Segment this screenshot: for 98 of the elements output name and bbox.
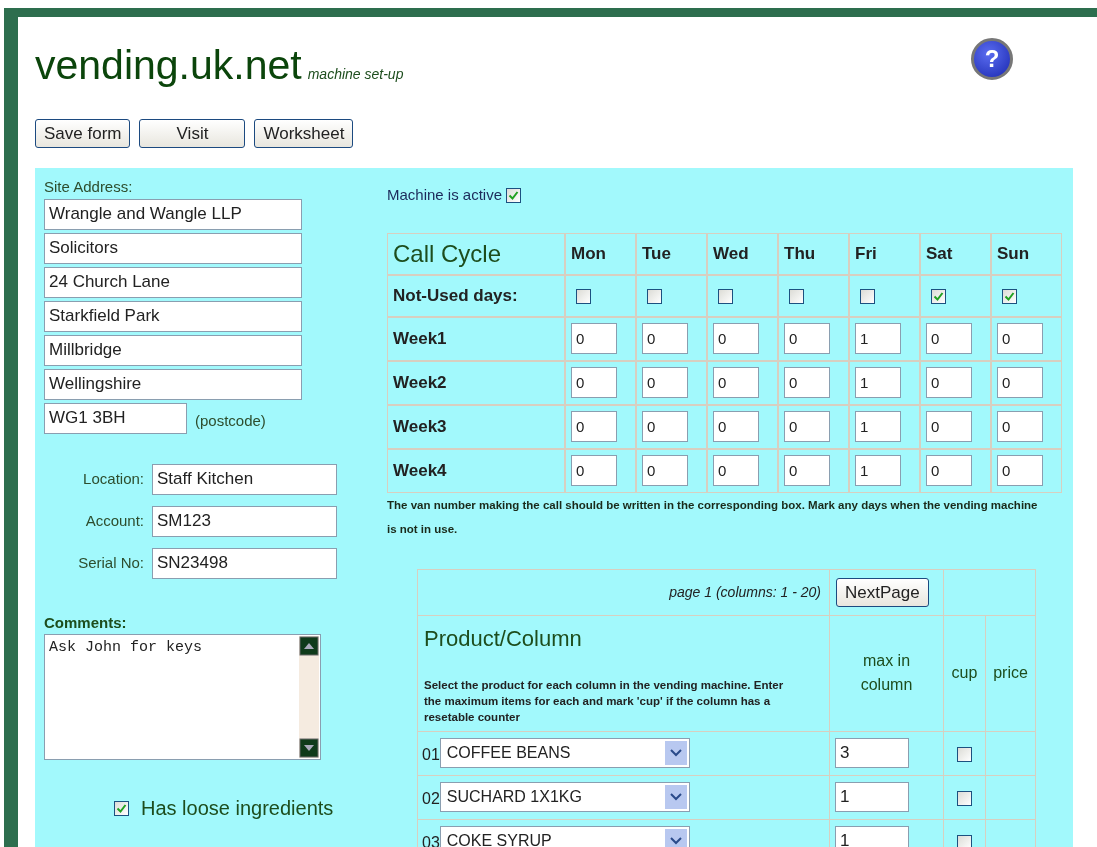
- checkbox-label: Machine is active: [387, 185, 503, 205]
- row-label: Week3: [387, 404, 565, 449]
- note-text: The van number making the call should be written in the corresponding box. Mark any days when the vending machine is not in use.: [387, 497, 1039, 537]
- column-header: max in column: [859, 651, 914, 696]
- checkbox[interactable]: [506, 187, 522, 203]
- postcode-hint: (postcode): [195, 410, 266, 431]
- comments-label: Comments:: [44, 612, 128, 633]
- scrollbar[interactable]: [299, 636, 319, 758]
- form-button[interactable]: Save form: [35, 119, 131, 148]
- van-number-field[interactable]: 0: [571, 323, 617, 354]
- van-number-field[interactable]: 0: [926, 323, 972, 354]
- van-number-field[interactable]: 0: [713, 411, 759, 442]
- text-field[interactable]: Staff Kitchen: [152, 463, 337, 495]
- checkbox[interactable]: [114, 800, 129, 816]
- van-number-field[interactable]: 0: [784, 367, 830, 398]
- van-number-field[interactable]: 0: [926, 367, 972, 398]
- van-number-field[interactable]: 1: [855, 367, 901, 398]
- field-label: Location:: [82, 468, 144, 489]
- address-field[interactable]: Wrangle and Wangle LLP: [44, 198, 302, 230]
- checkbox[interactable]: [789, 288, 804, 304]
- help-button[interactable]: ?: [971, 38, 1013, 80]
- chevron-down-icon: [664, 741, 687, 766]
- van-number-field[interactable]: 0: [926, 455, 972, 486]
- row-label: Week2: [387, 360, 565, 405]
- chevron-down-icon: [664, 785, 687, 810]
- checkbox[interactable]: [957, 746, 972, 762]
- max-items-field[interactable]: 3: [835, 738, 909, 769]
- checkbox[interactable]: [860, 288, 875, 304]
- van-number-field[interactable]: 0: [571, 367, 617, 398]
- checkbox[interactable]: [1002, 288, 1017, 304]
- checkbox-label: Has loose ingredients: [141, 796, 334, 821]
- text-field[interactable]: SN23498: [152, 547, 337, 579]
- column-header: cup: [951, 663, 978, 684]
- van-number-field[interactable]: 1: [855, 411, 901, 442]
- form-button[interactable]: Worksheet: [254, 119, 354, 148]
- page-info: page 1 (columns: 1 - 20): [669, 584, 821, 600]
- address-field[interactable]: Millbridge: [44, 334, 302, 366]
- max-items-field[interactable]: 1: [835, 782, 909, 813]
- product-select[interactable]: SUCHARD 1X1KG: [439, 782, 690, 813]
- column-number: 02: [422, 789, 440, 810]
- field-label: Serial No:: [77, 552, 144, 573]
- van-number-field[interactable]: 0: [713, 367, 759, 398]
- day-header: Mon: [565, 232, 636, 275]
- checkbox[interactable]: [957, 834, 972, 847]
- van-number-field[interactable]: 0: [997, 411, 1043, 442]
- day-header: Sun: [991, 232, 1062, 275]
- day-header: Sat: [920, 232, 991, 275]
- van-number-field[interactable]: 0: [713, 323, 759, 354]
- form-button[interactable]: Visit: [139, 119, 246, 148]
- address-field[interactable]: Starkfield Park: [44, 300, 302, 332]
- instructions-text: Select the product for each column in the vending machine. Enter the maximum items for each and mark 'cup' if the column has a resetable counter: [424, 677, 785, 725]
- column-header: price: [993, 663, 1028, 684]
- van-number-field[interactable]: 1: [855, 455, 901, 486]
- van-number-field[interactable]: 0: [571, 411, 617, 442]
- van-number-field[interactable]: 0: [713, 455, 759, 486]
- product-select[interactable]: COKE SYRUP: [439, 826, 690, 847]
- van-number-field[interactable]: 0: [784, 455, 830, 486]
- checkbox[interactable]: [931, 288, 946, 304]
- day-header: Wed: [707, 232, 778, 275]
- row-label: Not-Used days:: [387, 274, 565, 317]
- van-number-field[interactable]: 0: [997, 455, 1043, 486]
- site-title: vending.uk.net: [35, 45, 302, 86]
- day-header: Tue: [636, 232, 707, 275]
- max-items-field[interactable]: 1: [835, 826, 909, 847]
- checkbox[interactable]: [718, 288, 733, 304]
- van-number-field[interactable]: 0: [784, 323, 830, 354]
- checkbox[interactable]: [576, 288, 591, 304]
- van-number-field[interactable]: 0: [571, 455, 617, 486]
- postcode-field[interactable]: WG1 3BH: [44, 402, 187, 434]
- van-number-field[interactable]: 0: [642, 367, 688, 398]
- comments-field[interactable]: Ask John for keys: [44, 634, 321, 760]
- van-number-field[interactable]: 1: [855, 323, 901, 354]
- field-label: Account:: [84, 510, 144, 531]
- day-header: Fri: [849, 232, 920, 275]
- column-number: 01: [422, 745, 440, 766]
- van-number-field[interactable]: 0: [642, 455, 688, 486]
- van-number-field[interactable]: 0: [642, 411, 688, 442]
- day-header: Thu: [778, 232, 849, 275]
- van-number-field[interactable]: 0: [926, 411, 972, 442]
- product-select[interactable]: COFFEE BEANS: [439, 738, 690, 769]
- table-title: Product/Column: [424, 624, 583, 653]
- chevron-down-icon: [664, 829, 687, 847]
- address-field[interactable]: 24 Church Lane: [44, 266, 302, 298]
- van-number-field[interactable]: 0: [642, 323, 688, 354]
- van-number-field[interactable]: 0: [997, 323, 1043, 354]
- van-number-field[interactable]: 0: [784, 411, 830, 442]
- checkbox[interactable]: [647, 288, 662, 304]
- next-page-button[interactable]: NextPage: [836, 577, 929, 607]
- van-number-field[interactable]: 0: [997, 367, 1043, 398]
- address-field[interactable]: Solicitors: [44, 232, 302, 264]
- text-field[interactable]: SM123: [152, 505, 337, 537]
- row-label: Week4: [387, 448, 565, 493]
- address-field[interactable]: Wellingshire: [44, 368, 302, 400]
- site-address-label: Site Address:: [44, 177, 134, 197]
- table-title: Call Cycle: [387, 232, 565, 275]
- site-subtitle: machine set-up: [307, 65, 404, 84]
- checkbox[interactable]: [957, 790, 972, 806]
- row-label: Week1: [387, 316, 565, 361]
